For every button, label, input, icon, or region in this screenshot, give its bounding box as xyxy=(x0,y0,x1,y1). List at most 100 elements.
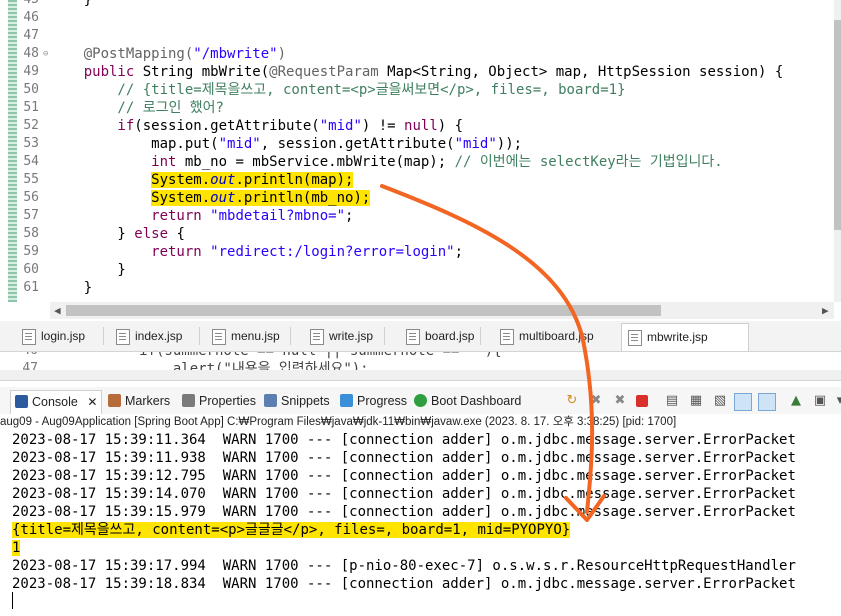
line-number: 50 xyxy=(23,82,39,97)
console-log-line: 2023-08-17 15:39:18.834 WARN 1700 --- [c… xyxy=(12,576,841,592)
line-number: 52 xyxy=(23,118,39,133)
view-tab-markers[interactable]: Markers xyxy=(108,390,170,412)
code-line: if(summernote == null || summernote == "… xyxy=(38,352,501,360)
view-tab-snippets[interactable]: Snippets xyxy=(264,390,330,412)
code-line: // {title=제목을쓰고, content=<p>글을써보면</p>, f… xyxy=(50,82,626,98)
code-line: System.out.println(map); xyxy=(151,172,354,188)
jsp-editor-preview[interactable]: 46 if(summernote == null || summernote =… xyxy=(0,352,841,370)
console-output[interactable]: 2023-08-17 15:39:11.364 WARN 1700 --- [c… xyxy=(0,430,841,616)
java-editor[interactable]: 45464748⊖49505152535455565758596061 } @P… xyxy=(0,0,841,320)
line-number-gutter: 45464748⊖49505152535455565758596061 xyxy=(17,0,49,302)
tab-mbwrite-jsp[interactable]: mbwrite.jsp xyxy=(621,323,749,351)
tab-separator xyxy=(384,327,385,345)
console-view-toolbar: Console ✕ Markers Properties Snippets Pr… xyxy=(0,387,841,415)
scroll-left-icon[interactable]: ◀ xyxy=(54,302,61,319)
line-number: 55 xyxy=(23,172,39,187)
console-output-line-highlighted: {title=제목을쓰고, content=<p>글글글</p>, files=… xyxy=(12,522,571,538)
code-line: public String mbWrite(@RequestParam Map<… xyxy=(50,64,784,80)
properties-icon xyxy=(182,394,195,407)
view-tab-properties[interactable]: Properties xyxy=(182,390,256,412)
pin-console-icon[interactable]: ▲ xyxy=(788,393,804,409)
editor-tab-bar: login.jsp index.jsp menu.jsp write.jsp b… xyxy=(0,321,841,352)
code-area[interactable]: } @PostMapping("/mbwrite") public String… xyxy=(50,0,835,302)
tab-menu-jsp[interactable]: menu.jsp xyxy=(206,325,280,347)
line-number: 58 xyxy=(23,226,39,241)
code-line: map.put("mid", session.getAttribute("mid… xyxy=(50,136,523,152)
horizontal-scrollbar-thumb[interactable] xyxy=(66,305,661,316)
relaunch-icon[interactable]: ↻ xyxy=(564,393,580,409)
line-number: 59 xyxy=(23,244,39,259)
tab-write-jsp[interactable]: write.jsp xyxy=(304,325,373,347)
console-log-line: 2023-08-17 15:39:11.938 WARN 1700 --- [c… xyxy=(12,450,841,466)
remove-launch-icon[interactable]: ✖ xyxy=(588,393,604,409)
remove-all-launches-icon[interactable]: ✖ xyxy=(612,393,628,409)
code-line: // 로그인 했어? xyxy=(50,100,224,116)
close-icon[interactable]: ✕ xyxy=(87,395,97,409)
code-line: alert("내용을 입력하세요"); xyxy=(38,361,369,370)
line-number: 60 xyxy=(23,262,39,277)
console-log-line: 2023-08-17 15:39:14.070 WARN 1700 --- [c… xyxy=(12,486,841,502)
jsp-file-icon xyxy=(310,328,324,345)
clear-console-icon[interactable]: ▤ xyxy=(664,393,680,409)
vertical-scrollbar-thumb[interactable] xyxy=(834,20,841,230)
tab-separator xyxy=(103,327,104,345)
console-log-line: 2023-08-17 15:39:11.364 WARN 1700 --- [c… xyxy=(12,432,841,448)
jsp-file-icon xyxy=(406,328,420,345)
progress-icon xyxy=(340,394,353,407)
view-tab-progress[interactable]: Progress xyxy=(340,390,407,412)
console-log-line: 2023-08-17 15:39:15.979 WARN 1700 --- [c… xyxy=(12,504,841,520)
line-number: 49 xyxy=(23,64,39,79)
code-line: if(session.getAttribute("mid") != null) … xyxy=(50,118,464,134)
preview-scrollbar[interactable] xyxy=(0,370,841,381)
jsp-file-icon xyxy=(500,328,514,345)
tab-index-jsp[interactable]: index.jsp xyxy=(110,325,182,347)
jsp-file-icon xyxy=(22,328,36,345)
scroll-right-icon[interactable]: ▶ xyxy=(822,302,829,319)
code-line: } xyxy=(50,0,93,8)
code-line: return "mbdetail?mbno="; xyxy=(50,208,354,224)
tab-login-jsp[interactable]: login.jsp xyxy=(16,325,85,347)
line-number: 57 xyxy=(23,208,39,223)
view-tab-console[interactable]: Console ✕ xyxy=(10,390,103,415)
scroll-lock-icon[interactable]: ▦ xyxy=(688,393,704,409)
code-line: } xyxy=(50,280,93,296)
open-console-icon[interactable]: ▣ xyxy=(812,393,828,409)
code-line: int mb_no = mbService.mbWrite(map); // 이… xyxy=(50,154,723,170)
view-tab-boot-dashboard[interactable]: Boot Dashboard xyxy=(414,390,521,412)
console-launch-info: aug09 - Aug09Application [Spring Boot Ap… xyxy=(0,414,841,430)
show-on-stdout-icon[interactable] xyxy=(734,393,752,411)
jsp-file-icon xyxy=(116,328,130,345)
view-menu-icon[interactable]: ▾ xyxy=(832,393,841,409)
tab-multiboard-jsp[interactable]: multiboard.jsp xyxy=(494,325,594,347)
code-line: System.out.println(mb_no); xyxy=(151,190,371,206)
line-number: 47 xyxy=(22,361,38,370)
line-number: 54 xyxy=(23,154,39,169)
show-on-stderr-icon[interactable] xyxy=(758,393,776,411)
jsp-file-icon xyxy=(628,329,642,346)
line-number: 45 xyxy=(17,0,39,9)
tab-separator xyxy=(290,327,291,345)
line-number: 46 xyxy=(23,10,39,25)
console-log-line: 2023-08-17 15:39:17.994 WARN 1700 --- [p… xyxy=(12,558,841,574)
line-number: 61 xyxy=(23,280,39,295)
console-log-line: 2023-08-17 15:39:12.795 WARN 1700 --- [c… xyxy=(12,468,841,484)
code-line: @PostMapping("/mbwrite") xyxy=(50,46,287,62)
code-line: } else { xyxy=(50,226,185,242)
terminate-icon[interactable] xyxy=(636,395,648,407)
line-number: 46 xyxy=(16,352,38,360)
change-ruler xyxy=(8,0,17,302)
line-number: 56 xyxy=(23,190,39,205)
tab-board-jsp[interactable]: board.jsp xyxy=(400,325,474,347)
snippets-icon xyxy=(264,394,277,407)
code-line: return "redirect:/login?error=login"; xyxy=(50,244,464,260)
markers-icon xyxy=(108,394,121,407)
line-number: 47 xyxy=(23,28,39,43)
line-number: 53 xyxy=(23,136,39,151)
console-icon xyxy=(15,395,28,408)
line-number: 48 xyxy=(23,46,39,61)
console-caret xyxy=(12,592,13,609)
tab-separator xyxy=(480,327,481,345)
word-wrap-icon[interactable]: ▧ xyxy=(712,393,728,409)
boot-dashboard-icon xyxy=(414,394,427,407)
jsp-file-icon xyxy=(212,328,226,345)
